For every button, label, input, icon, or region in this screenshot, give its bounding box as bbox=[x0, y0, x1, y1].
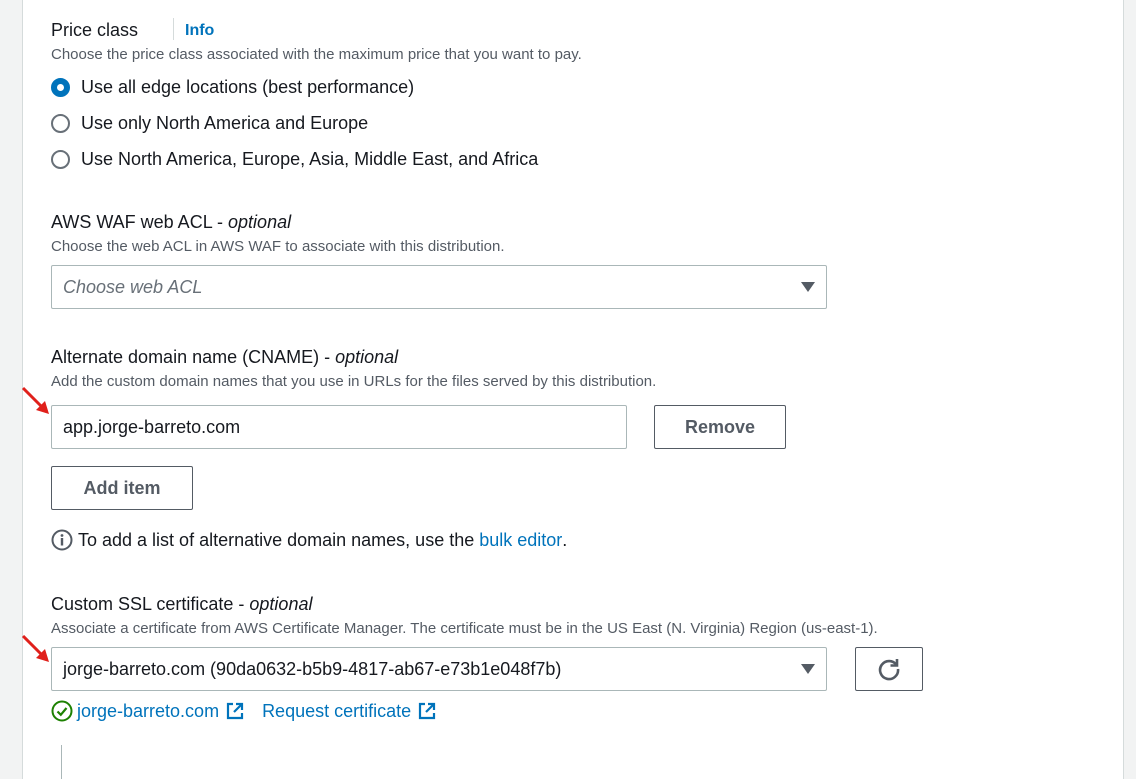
annotation-arrow-icon bbox=[21, 386, 49, 414]
section-divider-line bbox=[61, 745, 62, 779]
add-item-button[interactable]: Add item bbox=[51, 466, 193, 510]
info-separator bbox=[173, 18, 174, 40]
form-panel: Price class Info Choose the price class … bbox=[22, 0, 1124, 779]
caret-down-icon bbox=[801, 282, 815, 292]
certificate-link[interactable]: jorge-barreto.com bbox=[77, 701, 219, 722]
bulk-editor-hint: To add a list of alternative domain name… bbox=[51, 529, 567, 551]
bulk-editor-link[interactable]: bulk editor bbox=[479, 530, 562, 551]
waf-acl-select[interactable]: Choose web ACL bbox=[51, 265, 827, 309]
radio-button[interactable] bbox=[51, 150, 70, 169]
hint-text: To add a list of alternative domain name… bbox=[78, 529, 475, 550]
waf-label: AWS WAF web ACL - optional bbox=[51, 212, 291, 233]
success-check-icon bbox=[51, 700, 73, 722]
waf-optional-text: optional bbox=[228, 212, 292, 232]
waf-acl-placeholder: Choose web ACL bbox=[63, 276, 203, 297]
ssl-label-text: Custom SSL certificate - bbox=[51, 594, 250, 614]
annotation-arrow-icon bbox=[21, 634, 49, 662]
price-class-info-link[interactable]: Info bbox=[185, 22, 214, 40]
info-circle-icon bbox=[51, 529, 73, 551]
waf-label-text: AWS WAF web ACL - bbox=[51, 212, 229, 232]
radio-button-checked[interactable] bbox=[51, 78, 70, 97]
ssl-optional-text: optional bbox=[249, 594, 313, 614]
ssl-label: Custom SSL certificate - optional bbox=[51, 594, 312, 615]
cname-description: Add the custom domain names that you use… bbox=[51, 373, 657, 390]
cname-input[interactable] bbox=[51, 405, 627, 449]
request-certificate-link[interactable]: Request certificate bbox=[262, 701, 411, 722]
waf-description: Choose the web ACL in AWS WAF to associa… bbox=[51, 238, 505, 255]
ssl-selected-value: jorge-barreto.com (90da0632-b5b9-4817-ab… bbox=[63, 658, 562, 679]
price-class-label: Price class bbox=[51, 20, 139, 40]
radio-label: Use North America, Europe, Asia, Middle … bbox=[81, 149, 539, 169]
hint-suffix: . bbox=[562, 529, 568, 550]
cname-optional-text: optional bbox=[335, 347, 399, 367]
radio-label: Use all edge locations (best performance… bbox=[81, 77, 415, 97]
caret-down-icon bbox=[801, 664, 815, 674]
external-link-icon[interactable] bbox=[417, 701, 437, 721]
price-class-option-na-europe[interactable]: Use only North America and Europe bbox=[51, 113, 368, 134]
ssl-certificate-select[interactable]: jorge-barreto.com (90da0632-b5b9-4817-ab… bbox=[51, 647, 827, 691]
refresh-icon bbox=[878, 659, 900, 681]
price-class-option-all[interactable]: Use all edge locations (best performance… bbox=[51, 77, 414, 98]
external-link-icon[interactable] bbox=[225, 701, 245, 721]
ssl-description: Associate a certificate from AWS Certifi… bbox=[51, 620, 878, 637]
radio-label: Use only North America and Europe bbox=[81, 113, 369, 133]
certificate-links: jorge-barreto.com Request certificate bbox=[51, 700, 437, 722]
cname-label: Alternate domain name (CNAME) - optional bbox=[51, 347, 398, 368]
refresh-button[interactable] bbox=[855, 647, 923, 691]
price-class-description: Choose the price class associated with t… bbox=[51, 46, 582, 63]
remove-button[interactable]: Remove bbox=[654, 405, 786, 449]
radio-button[interactable] bbox=[51, 114, 70, 133]
cname-label-text: Alternate domain name (CNAME) - bbox=[51, 347, 336, 367]
price-class-option-na-eu-asia[interactable]: Use North America, Europe, Asia, Middle … bbox=[51, 149, 538, 170]
